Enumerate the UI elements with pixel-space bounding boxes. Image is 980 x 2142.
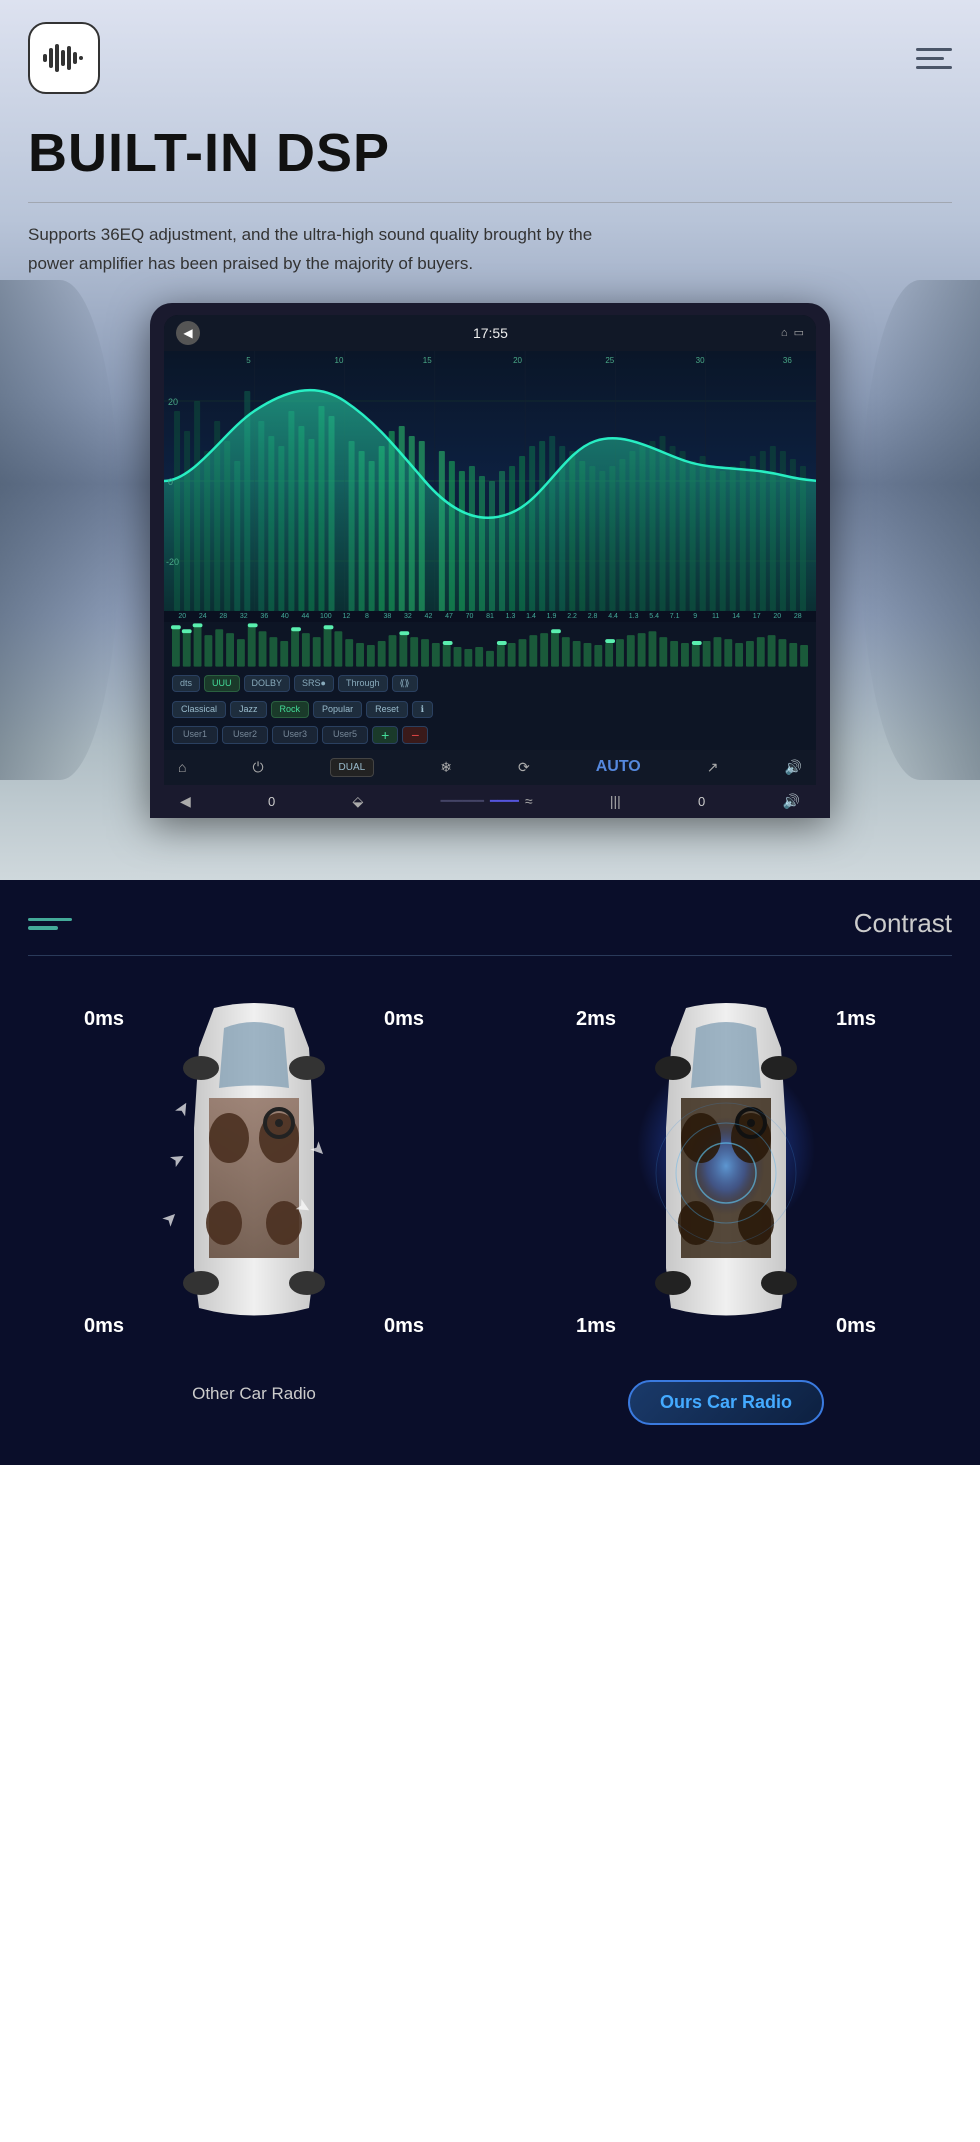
nav-fan-icon[interactable]: ≈ — [525, 793, 533, 809]
nav-vol-icon[interactable]: 🔊 — [783, 793, 800, 810]
nav-climate-icon[interactable]: ⬙ — [353, 793, 364, 810]
back-button[interactable]: ◀ — [176, 321, 200, 345]
title-divider — [28, 202, 952, 203]
nav-left-value: 0 — [268, 794, 275, 809]
reset-button[interactable]: Reset — [366, 701, 408, 718]
svg-text:➤: ➤ — [166, 1147, 189, 1172]
ours-car-card: 2ms 1ms 1ms 0ms — [500, 988, 952, 1425]
add-preset-button[interactable]: + — [372, 726, 398, 744]
wifi-icon: ⌂ — [781, 327, 788, 339]
ours-ms-bl: 1ms — [576, 1315, 616, 1338]
rock-button[interactable]: Rock — [271, 701, 310, 718]
other-car-card: 0ms 0ms 0ms 0ms — [28, 988, 480, 1404]
ours-car-view: 2ms 1ms 1ms 0ms — [586, 988, 866, 1368]
svg-text:36: 36 — [783, 356, 792, 365]
svg-text:10: 10 — [335, 356, 344, 365]
other-ms-tr: 0ms — [384, 1008, 424, 1031]
svg-text:20: 20 — [168, 397, 178, 407]
screen-top-bar: ◀ 17:55 ⌂ ▭ — [164, 315, 816, 351]
nav-back-icon[interactable]: ◀ — [180, 793, 191, 810]
user5-button[interactable]: User5 — [322, 726, 368, 744]
nav-right-value: 0 — [698, 794, 705, 809]
other-ms-bl: 0ms — [84, 1315, 124, 1338]
battery-icon: ▭ — [794, 326, 804, 339]
eq-numbers-row: 20242832364044 10012838324247 70811.31.4… — [164, 611, 816, 622]
other-ms-br: 0ms — [384, 1315, 424, 1338]
eq-effect-buttons: dts UUU DOLBY SRS● Through ⟪⟫ — [164, 670, 816, 697]
ours-car-radio-button[interactable]: Ours Car Radio — [628, 1380, 824, 1425]
header — [28, 0, 952, 104]
svg-text:15: 15 — [423, 356, 432, 365]
svg-text:20: 20 — [513, 356, 522, 365]
contrast-label: Contrast — [854, 908, 952, 939]
car-comparison: 0ms 0ms 0ms 0ms — [28, 988, 952, 1425]
svg-text:-20: -20 — [166, 557, 179, 567]
remove-preset-button[interactable]: − — [402, 726, 428, 744]
fan-icon[interactable]: ⟳ — [518, 759, 530, 776]
contrast-header: Contrast — [28, 880, 952, 955]
screen-icons: ⌂ ▭ — [781, 326, 804, 339]
other-car-view: 0ms 0ms 0ms 0ms — [114, 988, 394, 1368]
ours-ms-tl: 2ms — [576, 1008, 616, 1031]
user3-button[interactable]: User3 — [272, 726, 318, 744]
svg-text:➤: ➤ — [170, 1097, 195, 1120]
srs-button[interactable]: SRS● — [294, 675, 334, 692]
airflow-icon[interactable]: ↗ — [707, 759, 719, 776]
speaker-button[interactable]: ⟪⟫ — [392, 675, 418, 692]
subtitle-text: Supports 36EQ adjustment, and the ultra-… — [28, 221, 608, 279]
logo — [28, 22, 100, 94]
jazz-button[interactable]: Jazz — [230, 701, 267, 718]
dolby-button[interactable]: DOLBY — [244, 675, 291, 692]
user2-button[interactable]: User2 — [222, 726, 268, 744]
menu-button[interactable] — [916, 48, 952, 69]
screen-time: 17:55 — [473, 325, 508, 341]
dts-button[interactable]: dts — [172, 675, 200, 692]
ours-ms-tr: 1ms — [836, 1008, 876, 1031]
through-button[interactable]: Through — [338, 675, 388, 692]
contrast-lines-icon — [28, 918, 72, 930]
snowflake-icon[interactable]: ❄ — [440, 759, 452, 776]
svg-text:25: 25 — [605, 356, 614, 365]
climate-bar: ⌂ ⏻ DUAL ❄ ⟳ AUTO ↗ 🔊 — [164, 750, 816, 785]
dashboard-image: ◀ 17:55 ⌂ ▭ — [28, 303, 952, 818]
eq-chart: 20 0 -20 5 10 15 20 25 30 36 — [164, 351, 816, 611]
auto-label: AUTO — [596, 758, 641, 776]
uuu-button[interactable]: UUU — [204, 675, 240, 692]
nav-bar: ◀ 0 ⬙ ━━━━━━ ━━━━ ≈ ||| 0 🔊 — [164, 785, 816, 818]
ours-ms-br: 0ms — [836, 1315, 876, 1338]
home-icon[interactable]: ⌂ — [178, 759, 186, 775]
other-ms-tl: 0ms — [84, 1008, 124, 1031]
eq-mode-buttons: Classical Jazz Rock Popular Reset ℹ — [164, 697, 816, 722]
svg-text:30: 30 — [696, 356, 705, 365]
nav-temp-icon[interactable]: ||| — [610, 793, 621, 809]
screen-mockup: ◀ 17:55 ⌂ ▭ — [150, 303, 830, 818]
bottom-section: Contrast 0ms 0ms 0ms 0ms — [0, 880, 980, 1465]
top-section: BUILT-IN DSP Supports 36EQ adjustment, a… — [0, 0, 980, 880]
classical-button[interactable]: Classical — [172, 701, 226, 718]
svg-text:5: 5 — [246, 356, 251, 365]
power-icon[interactable]: ⏻ — [252, 759, 263, 776]
svg-text:➤: ➤ — [158, 1206, 183, 1231]
other-car-label: Other Car Radio — [192, 1384, 316, 1404]
page-title: BUILT-IN DSP — [28, 122, 952, 184]
volume-icon[interactable]: 🔊 — [784, 759, 801, 776]
dual-button[interactable]: DUAL — [330, 758, 375, 777]
eq-user-buttons: User1 User2 User3 User5 + − — [164, 722, 816, 750]
eq-sliders — [164, 622, 816, 670]
contrast-divider — [28, 955, 952, 956]
info-button[interactable]: ℹ — [412, 701, 433, 718]
popular-button[interactable]: Popular — [313, 701, 362, 718]
svg-text:0: 0 — [168, 477, 173, 487]
user1-button[interactable]: User1 — [172, 726, 218, 744]
screen-bezel: ◀ 17:55 ⌂ ▭ — [164, 315, 816, 818]
